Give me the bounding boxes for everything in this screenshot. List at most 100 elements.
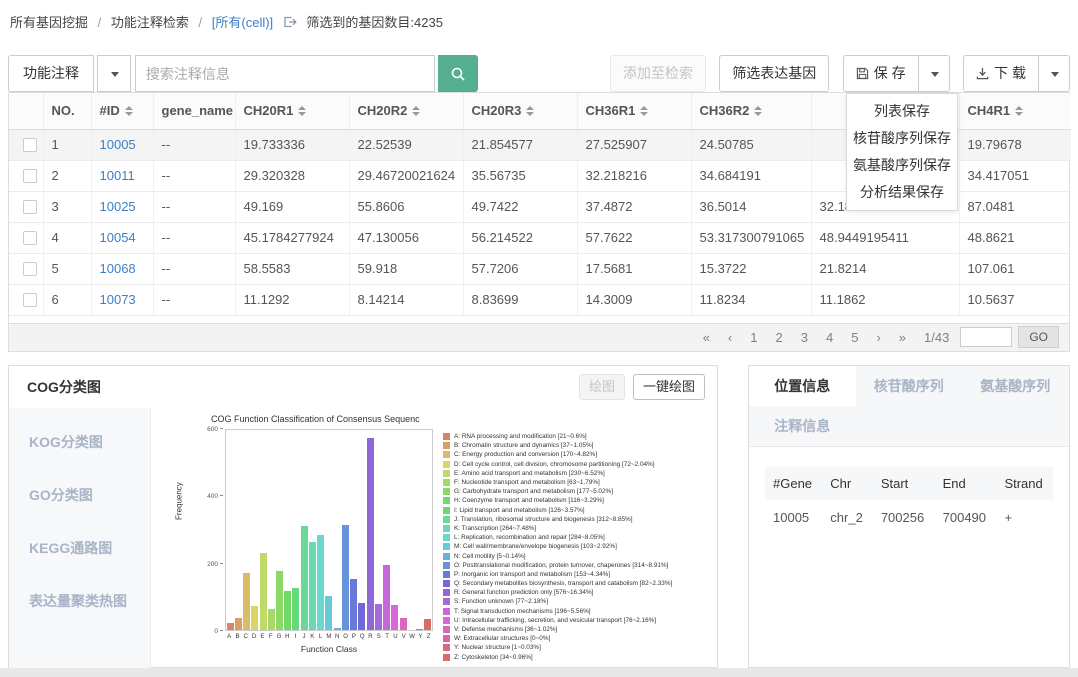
page-number[interactable]: 3 (801, 330, 808, 345)
save-menu-item[interactable]: 核苷酸序列保存 (847, 125, 957, 152)
x-tick-label: G (275, 634, 283, 640)
breadcrumb-item-function-annotation-search[interactable]: 功能注释检索 (111, 15, 189, 30)
gene-info-panel: 位置信息核苷酸序列氨基酸序列注释信息 #GeneChrStartEndStran… (748, 365, 1070, 668)
info-tab-位置信息[interactable]: 位置信息 (749, 366, 856, 406)
column-header-CH4R1[interactable]: CH4R1 (959, 93, 1071, 129)
row-checkbox[interactable] (23, 169, 37, 183)
column-header-CH36R2[interactable]: CH36R2 (691, 93, 811, 129)
chart-bar (284, 591, 291, 630)
sidebar-tab-表达量聚类热图[interactable]: 表达量聚类热图 (9, 575, 150, 628)
x-tick-label: Q (358, 634, 366, 640)
page-number[interactable]: 1 (750, 330, 757, 345)
legend-entry: J: Translation, ribosomal structure and … (443, 515, 713, 524)
breadcrumb-item-all-cell-link[interactable]: [所有(cell)] (212, 15, 273, 30)
row-checkbox[interactable] (23, 231, 37, 245)
column-label: #ID (100, 103, 120, 118)
legend-entry: D: Cell cycle control, cell division, ch… (443, 460, 713, 469)
one-click-draw-button[interactable]: 一键绘图 (633, 374, 705, 400)
filter-expressed-genes-button[interactable]: 筛选表达基因 (719, 55, 829, 92)
x-tick-label: T (383, 634, 391, 640)
page-last[interactable]: » (899, 330, 906, 345)
column-header-CH20R1[interactable]: CH20R1 (235, 93, 349, 129)
legend-swatch (443, 635, 450, 642)
search-input[interactable] (135, 55, 435, 92)
legend-entry: L: Replication, recombination and repair… (443, 533, 713, 542)
table-row: 610073--11.12928.142148.8369914.300911.8… (9, 284, 1071, 315)
gene-id-link[interactable]: 10025 (100, 199, 136, 214)
column-label: CH4R1 (968, 103, 1011, 118)
annotation-type-caret-button[interactable] (97, 55, 131, 92)
breadcrumb-item-all-gene-mining[interactable]: 所有基因挖掘 (10, 15, 88, 30)
gene-id-link[interactable]: 10073 (100, 292, 136, 307)
sidebar-tab-KOG分类图[interactable]: KOG分类图 (9, 416, 150, 469)
save-caret-button[interactable] (918, 55, 950, 92)
column-header-CH20R3[interactable]: CH20R3 (463, 93, 577, 129)
row-checkbox[interactable] (23, 138, 37, 152)
column-label: CH20R3 (472, 103, 522, 118)
row-checkbox[interactable] (23, 262, 37, 276)
table-row: 510068--58.558359.91857.720617.568115.37… (9, 253, 1071, 284)
save-menu-item[interactable]: 氨基酸序列保存 (847, 152, 957, 179)
chart-title: COG Function Classification of Consensus… (211, 414, 420, 424)
legend-swatch (443, 479, 450, 486)
legend-entry: P: Inorganic ion transport and metabolis… (443, 570, 713, 579)
sidebar-tab-KEGG通路图[interactable]: KEGG通路图 (9, 522, 150, 575)
download-caret-button[interactable] (1038, 55, 1070, 92)
legend-text: R: General function prediction only [576… (454, 589, 593, 596)
save-menu-item[interactable]: 分析结果保存 (847, 179, 957, 206)
chart-bar (301, 526, 308, 630)
legend-entry: A: RNA processing and modification [21~0… (443, 432, 713, 441)
chart-y-axis-label: Frequency (175, 482, 184, 520)
row-checkbox[interactable] (23, 293, 37, 307)
info-tab-氨基酸序列[interactable]: 氨基酸序列 (962, 366, 1069, 406)
legend-swatch (443, 608, 450, 615)
page-prev[interactable]: ‹ (728, 330, 732, 345)
page-jump-input[interactable] (960, 327, 1012, 347)
info-column-End: End (935, 467, 997, 500)
position-info-table: #GeneChrStartEndStrand 10005chr_27002567… (765, 467, 1053, 535)
page-first[interactable]: « (703, 330, 710, 345)
page-number[interactable]: 5 (851, 330, 858, 345)
column-label: gene_name (162, 103, 234, 118)
cog-chart: COG Function Classification of Consensus… (151, 408, 717, 668)
sidebar-tab-GO分类图[interactable]: GO分类图 (9, 469, 150, 522)
chart-bar (268, 609, 275, 630)
info-tab-核苷酸序列[interactable]: 核苷酸序列 (856, 366, 963, 406)
search-button[interactable] (438, 55, 478, 92)
legend-entry: N: Cell motility [5~0.14%] (443, 551, 713, 560)
legend-swatch (443, 497, 450, 504)
save-button[interactable]: 保 存 (843, 55, 919, 92)
chart-legend: A: RNA processing and modification [21~0… (443, 432, 713, 662)
row-checkbox[interactable] (23, 200, 37, 214)
legend-text: L: Replication, recombination and repair… (454, 534, 605, 541)
y-tick-label: 0 (214, 628, 223, 635)
cog-panel-title[interactable]: COG分类图 (27, 377, 571, 397)
download-button[interactable]: 下 载 (963, 55, 1039, 92)
gene-id-link[interactable]: 10011 (100, 168, 135, 183)
legend-swatch (443, 516, 450, 523)
column-header-#ID[interactable]: #ID (91, 93, 153, 129)
legend-text: H: Coenzyme transport and metabolism [11… (454, 497, 604, 504)
cog-classification-panel: COG分类图 绘图 一键绘图 KOG分类图GO分类图KEGG通路图表达量聚类热图… (8, 365, 718, 668)
page-number[interactable]: 2 (776, 330, 783, 345)
page-next[interactable]: › (876, 330, 880, 345)
column-header-CH20R2[interactable]: CH20R2 (349, 93, 463, 129)
legend-swatch (443, 525, 450, 532)
caret-down-icon (1051, 72, 1059, 77)
gene-id-link[interactable]: 10054 (100, 230, 136, 245)
cog-panel-body: KOG分类图GO分类图KEGG通路图表达量聚类热图 COG Function C… (9, 408, 717, 668)
annotation-type-select[interactable]: 功能注释 (8, 55, 94, 92)
x-tick-label: I (292, 634, 300, 640)
column-header-gene_name[interactable]: gene_name (153, 93, 235, 129)
info-tab-注释信息[interactable]: 注释信息 (749, 406, 856, 446)
sort-icon (754, 106, 762, 116)
page-go-button[interactable]: GO (1018, 326, 1059, 348)
gene-id-link[interactable]: 10005 (100, 137, 136, 152)
column-header-CH36R1[interactable]: CH36R1 (577, 93, 691, 129)
save-menu-item[interactable]: 列表保存 (847, 98, 957, 125)
action-buttons: 添加至检索 筛选表达基因 保 存 下 载 (601, 55, 1070, 92)
gene-id-link[interactable]: 10068 (100, 261, 136, 276)
legend-entry: K: Transcription [264~7.48%] (443, 524, 713, 533)
x-tick-label: Y (416, 634, 424, 640)
page-number[interactable]: 4 (826, 330, 833, 345)
